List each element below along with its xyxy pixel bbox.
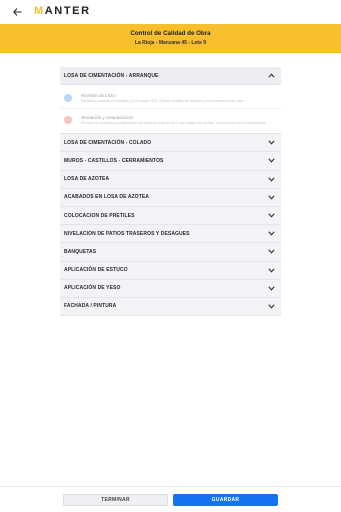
section-label: NIVELACION DE PATIOS TRASEROS Y DESAGUES xyxy=(64,230,190,237)
item-title: Nivelación y compactación xyxy=(81,115,133,121)
section-acabados-azotea[interactable]: ACABADOS EN LOSA DE AZOTEA xyxy=(60,188,281,207)
section-losa-cimentacion-arranque[interactable]: LOSA DE CIMENTACIÓN - ARRANQUE xyxy=(60,67,281,86)
section-label: LOSA DE CIMENTACIÓN - COLADO xyxy=(64,139,152,146)
section-nivelacion-patios[interactable]: NIVELACION DE PATIOS TRASEROS Y DESAGUES xyxy=(60,225,281,244)
section-label: BANQUETAS xyxy=(64,248,97,255)
section-panel-arranque: Revisión de trazo Revisión concuerde en … xyxy=(60,85,281,135)
checklist-item-nivelacion[interactable]: Nivelación y compactación Revisión de ni… xyxy=(60,109,281,131)
top-app-bar: MANTER xyxy=(0,0,341,24)
section-banquetas[interactable]: BANQUETAS xyxy=(60,243,281,262)
save-button[interactable]: GUARDAR xyxy=(173,494,278,506)
chevron-down-icon xyxy=(267,248,275,256)
chevron-down-icon xyxy=(267,212,275,220)
status-dot xyxy=(64,93,72,102)
section-label: ACABADOS EN LOSA DE AZOTEA xyxy=(64,194,150,201)
banner-title: Control de Calidad de Obra xyxy=(130,30,211,37)
checklist-sections: LOSA DE CIMENTACIÓN - ARRANQUE Revisión … xyxy=(60,67,281,317)
chevron-down-icon xyxy=(267,266,275,274)
checklist-item-revision-trazo[interactable]: Revisión de trazo Revisión concuerde en … xyxy=(60,87,281,110)
section-losa-cimentacion-colado[interactable]: LOSA DE CIMENTACIÓN - COLADO xyxy=(60,134,281,153)
status-dot xyxy=(64,116,72,125)
item-title: Revisión de trazo xyxy=(81,92,115,98)
section-pretiles[interactable]: COLOCACION DE PRETILES xyxy=(60,206,281,226)
chevron-down-icon xyxy=(267,157,275,165)
chevron-down-icon xyxy=(267,139,275,147)
terminate-button[interactable]: TERMINAR xyxy=(63,494,168,506)
action-footer: TERMINAR GUARDAR xyxy=(0,486,341,512)
item-description: Revisión de nivelación y compactación de… xyxy=(81,121,266,126)
chevron-down-icon xyxy=(267,284,275,292)
back-arrow-icon[interactable] xyxy=(10,5,24,19)
chevron-up-icon xyxy=(267,72,275,80)
chevron-down-icon xyxy=(267,175,275,183)
section-label: MUROS - CASTILLOS - CERRAMIENTOS xyxy=(64,157,164,164)
section-muros[interactable]: MUROS - CASTILLOS - CERRAMIENTOS xyxy=(60,152,281,171)
section-estuco[interactable]: APLICACIÓN DE ESTUCO xyxy=(60,261,281,280)
section-losa-azotea[interactable]: LOSA DE AZOTEA xyxy=(60,170,281,189)
section-yeso[interactable]: APLICACIÓN DE YESO xyxy=(60,279,281,298)
chevron-down-icon xyxy=(267,193,275,201)
item-description: Revisión concuerde en medidas y (1.0) tr… xyxy=(81,98,244,103)
brand-logo: MANTER xyxy=(34,5,91,17)
banner-subtitle: La Rioja - Manzana 45 - Lote 9 xyxy=(134,40,207,46)
section-label: LOSA DE CIMENTACIÓN - ARRANQUE xyxy=(64,72,159,79)
section-label: APLICACIÓN DE ESTUCO xyxy=(64,267,128,274)
chevron-down-icon xyxy=(267,302,275,310)
chevron-down-icon xyxy=(267,230,275,238)
section-label: LOSA DE AZOTEA xyxy=(64,176,110,183)
project-banner: Control de Calidad de Obra La Rioja - Ma… xyxy=(0,24,341,53)
section-fachada-pintura[interactable]: FACHADA / PINTURA xyxy=(60,297,281,317)
section-label: APLICACIÓN DE YESO xyxy=(64,285,121,292)
section-label: COLOCACION DE PRETILES xyxy=(64,212,135,219)
section-label: FACHADA / PINTURA xyxy=(64,303,117,310)
